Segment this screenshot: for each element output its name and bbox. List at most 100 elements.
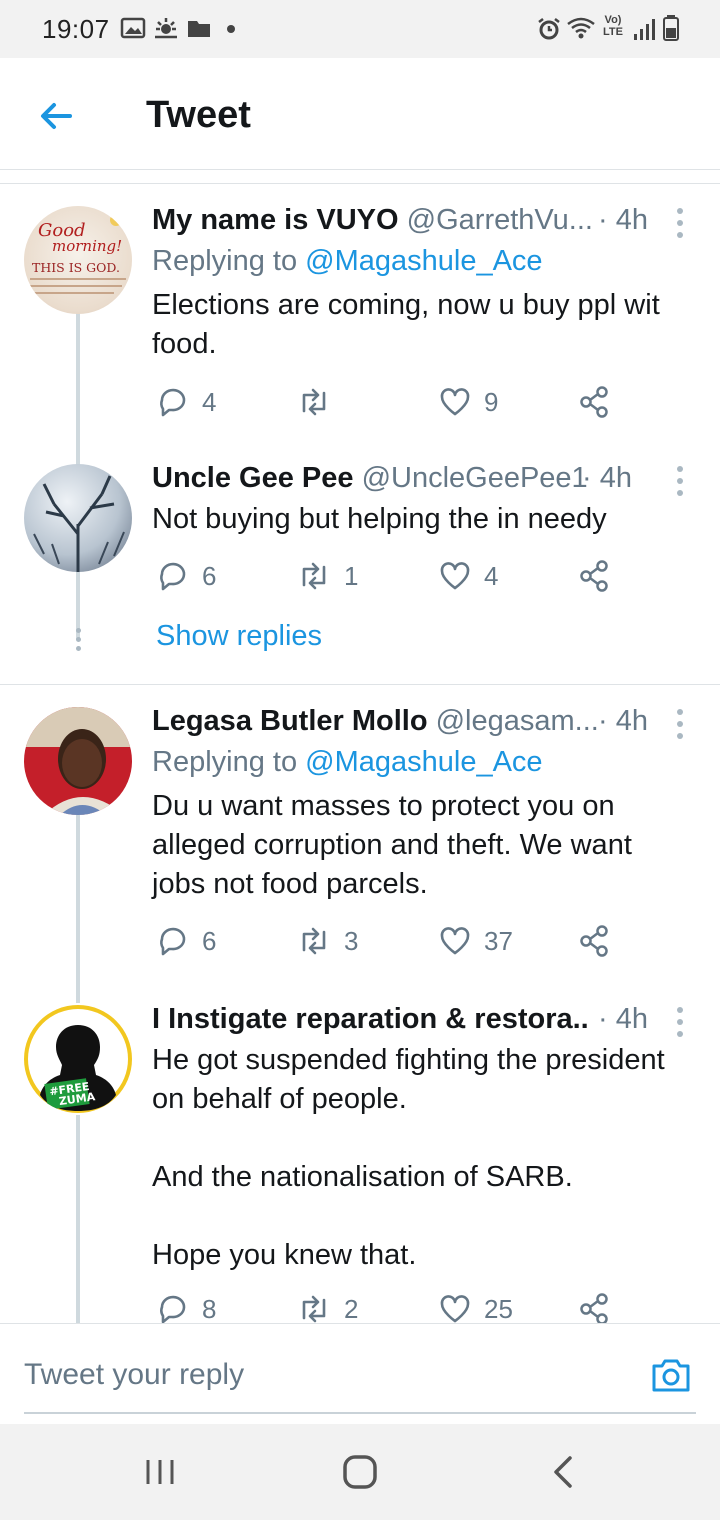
status-bar: 19:07 Vo) LTE (0, 0, 720, 58)
retweet-count: 1 (344, 560, 359, 591)
share-button[interactable] (578, 556, 610, 596)
avatar[interactable] (24, 464, 132, 572)
share-button[interactable] (578, 382, 610, 422)
avatar-image: Good morning! THIS IS GOD. (30, 214, 126, 294)
reply-count: 4 (202, 386, 217, 417)
tweet-header: My name is VUYO @GarrethVu... (152, 204, 638, 237)
share-button[interactable] (578, 1289, 610, 1323)
back-icon[interactable] (548, 1452, 578, 1492)
more-options-icon[interactable] (670, 707, 690, 741)
author-name[interactable]: Legasa Butler Mollo (152, 705, 428, 737)
author-name[interactable]: My name is VUYO (152, 204, 399, 236)
reply-composer: Tweet your reply (0, 1323, 720, 1423)
retweet-button[interactable]: 3 (296, 921, 358, 961)
tweet-time: · 4h (582, 462, 632, 494)
like-button[interactable]: 37 (438, 921, 513, 961)
retweet-icon (302, 388, 326, 416)
reply-count: 6 (202, 560, 217, 591)
tweet-text: Du u want masses to protect you on alleg… (152, 790, 632, 900)
reply-button[interactable]: 4 (156, 382, 216, 422)
signal-icon (634, 19, 655, 40)
like-button[interactable]: 25 (438, 1289, 513, 1323)
thread-line (76, 1115, 80, 1323)
weather-icon (155, 18, 177, 39)
like-count: 4 (484, 560, 499, 591)
reply-button[interactable]: 8 (156, 1289, 216, 1323)
reply-input[interactable]: Tweet your reply (24, 1358, 244, 1392)
tweet-header: I Instigate reparation & restora... (152, 1003, 590, 1036)
like-count: 37 (484, 925, 513, 956)
tweet-actions: 4 9 (152, 382, 632, 422)
author-name[interactable]: I Instigate reparation & restora... (152, 1003, 590, 1035)
replying-to: Replying to @Magashule_Ace (152, 245, 543, 278)
wifi-icon (567, 17, 595, 39)
avatar[interactable]: Good morning! THIS IS GOD. (24, 206, 132, 314)
replying-to-label: Replying to (152, 746, 306, 778)
tweet-2[interactable]: Uncle Gee Pee @UncleGeePee1 · 4h Not buy… (0, 444, 720, 684)
retweet-button[interactable]: 1 (296, 556, 358, 596)
retweet-count: 2 (344, 1293, 359, 1324)
svg-text:morning!: morning! (52, 237, 122, 255)
like-button[interactable]: 4 (438, 556, 498, 596)
avatar-image (24, 707, 132, 815)
reply-button[interactable]: 6 (156, 921, 216, 961)
avatar-image (33, 475, 125, 572)
retweet-count: 3 (344, 925, 359, 956)
replying-to-link[interactable]: @Magashule_Ace (305, 746, 542, 778)
thread-dots (74, 628, 82, 655)
top-app-bar: Tweet (0, 58, 720, 170)
svg-text:THIS IS GOD.: THIS IS GOD. (32, 260, 120, 275)
avatar[interactable]: #FREE ZUMA (24, 1005, 132, 1113)
share-button[interactable] (578, 921, 610, 961)
arrow-left-icon[interactable] (36, 96, 76, 136)
heart-icon (440, 388, 470, 416)
retweet-icon (302, 927, 326, 955)
heart-icon (440, 1295, 470, 1323)
recents-icon[interactable] (144, 1452, 176, 1492)
camera-icon[interactable] (650, 1354, 692, 1394)
replying-to-label: Replying to (152, 245, 306, 277)
show-replies-link[interactable]: Show replies (156, 620, 322, 653)
share-icon (580, 386, 608, 418)
more-options-icon[interactable] (670, 1005, 690, 1039)
share-icon (580, 560, 608, 592)
like-count: 9 (484, 386, 499, 417)
tweet-text: Elections are coming, now u buy ppl wit … (152, 289, 660, 360)
dot-icon (227, 25, 235, 33)
thread-line (76, 813, 80, 1003)
tweet-1[interactable]: Good morning! THIS IS GOD. My name is VU… (0, 184, 720, 640)
replying-to-link[interactable]: @Magashule_Ace (305, 245, 542, 277)
share-icon (580, 1293, 608, 1323)
avatar[interactable] (24, 707, 132, 815)
tweet-actions: 6 1 4 (152, 556, 632, 596)
tweet-text: Not buying but helping the in needy (152, 503, 607, 535)
retweet-icon (302, 562, 326, 590)
home-icon[interactable] (340, 1452, 380, 1492)
alarm-icon (538, 18, 560, 40)
author-handle[interactable]: @GarrethVu... (407, 204, 593, 236)
retweet-button[interactable]: 2 (296, 1289, 358, 1323)
replying-to: Replying to @Magashule_Ace (152, 746, 543, 779)
reply-count: 8 (202, 1293, 217, 1324)
more-options-icon[interactable] (670, 206, 690, 240)
retweet-button[interactable] (296, 382, 344, 422)
author-handle[interactable]: @UncleGeePee1 (362, 462, 588, 494)
tweet-4[interactable]: #FREE ZUMA I Instigate reparation & rest… (0, 985, 720, 1323)
thread-line (76, 574, 80, 600)
comment-icon (160, 388, 186, 417)
tweet-time: · 4h (598, 705, 648, 737)
more-options-icon[interactable] (670, 464, 690, 498)
like-count: 25 (484, 1293, 513, 1324)
tweet-time: · 4h (598, 204, 648, 236)
author-handle[interactable]: @legasam... (436, 705, 599, 737)
share-icon (580, 925, 608, 957)
like-button[interactable]: 9 (438, 382, 498, 422)
reply-count: 6 (202, 925, 217, 956)
retweet-icon (302, 1295, 326, 1323)
heart-icon (440, 562, 470, 590)
tweet-3[interactable]: Legasa Butler Mollo @legasam... · 4h Rep… (0, 685, 720, 1003)
heart-icon (440, 927, 470, 955)
avatar-image: #FREE ZUMA (28, 1009, 128, 1111)
author-name[interactable]: Uncle Gee Pee (152, 462, 354, 494)
reply-button[interactable]: 6 (156, 556, 216, 596)
